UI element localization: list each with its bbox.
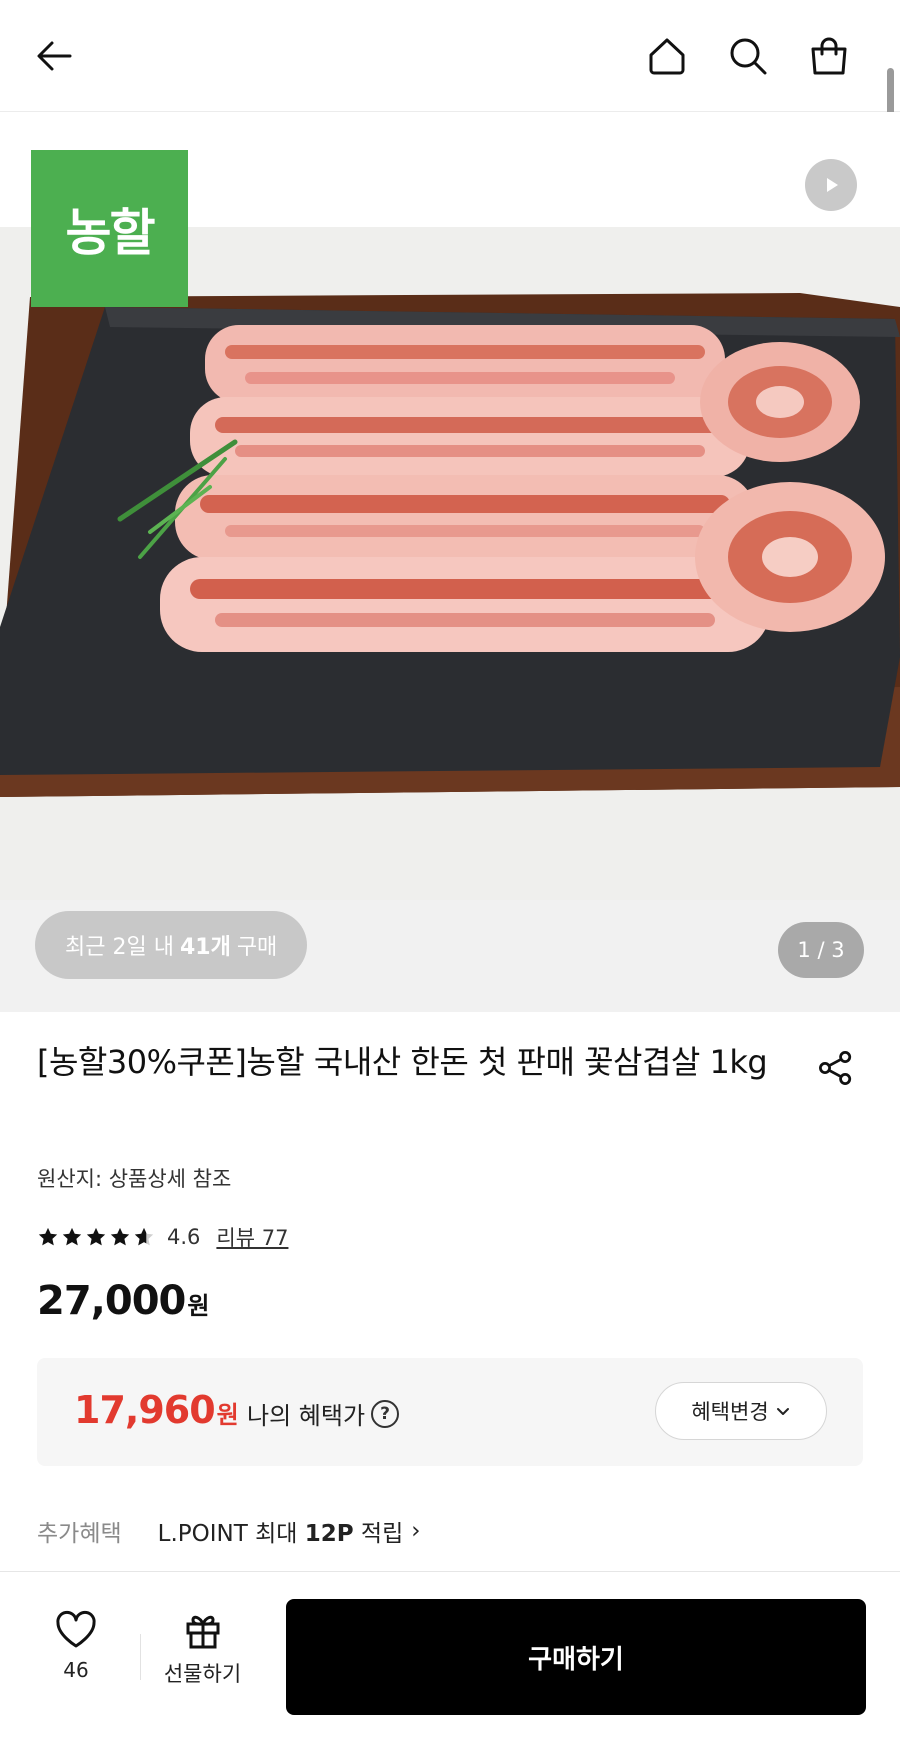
product-image-gallery[interactable]: 농할 최근 2일 내 41개 구매 1 / 3: [0, 112, 900, 1012]
image-counter[interactable]: 1 / 3: [778, 922, 864, 978]
rating-row: 4.6 리뷰 77: [37, 1222, 288, 1252]
chevron-down-icon: [776, 1408, 789, 1415]
lpoint-amount: 12P: [304, 1521, 354, 1547]
gift-label: 선물하기: [163, 1662, 242, 1686]
search-button[interactable]: [720, 28, 776, 84]
search-icon: [730, 38, 767, 75]
original-price: 27,000 원: [37, 1278, 209, 1324]
star-full-icon: [38, 1227, 58, 1246]
home-icon: [649, 38, 685, 75]
heart-icon: [56, 1610, 96, 1648]
benefit-price-box: 17,960 원 나의 혜택가 ? 혜택변경: [37, 1358, 863, 1466]
product-photo: [0, 227, 900, 900]
recent-purchase-prefix: 최근 2일 내: [65, 935, 174, 960]
recent-purchase-suffix: 구매: [236, 935, 278, 960]
cart-button[interactable]: [801, 28, 857, 84]
extra-benefit-row[interactable]: 추가혜택 L.POINT 최대 12P 적립 ›: [37, 1514, 420, 1548]
wishlist-count: 46: [63, 1658, 89, 1682]
back-button[interactable]: [26, 28, 82, 84]
extra-benefit-value: L.POINT 최대 12P 적립: [158, 1514, 404, 1548]
gift-button[interactable]: 선물하기: [155, 1610, 250, 1688]
benefit-label: 나의 혜택가 ?: [247, 1396, 400, 1431]
help-icon[interactable]: ?: [371, 1399, 400, 1428]
recent-purchase-count: 41개: [179, 935, 231, 960]
star-full-icon: [62, 1227, 82, 1246]
star-rating: [37, 1226, 155, 1248]
change-benefit-button[interactable]: 혜택변경: [655, 1382, 827, 1440]
share-icon: [819, 1051, 852, 1085]
nonghal-brand-badge: 농할: [31, 150, 188, 307]
benefit-price-amount: 17,960: [74, 1388, 216, 1432]
play-icon: [827, 178, 838, 192]
bottom-action-bar: 46 선물하기 구매하기: [0, 1571, 900, 1741]
home-button[interactable]: [639, 28, 695, 84]
price-unit: 원: [187, 1292, 210, 1320]
star-full-icon: [86, 1227, 106, 1246]
chevron-right-icon: ›: [411, 1518, 421, 1544]
product-title: [농할30%쿠폰]농할 국내산 한돈 첫 판매 꽃삼겹살 1kg: [37, 1043, 768, 1081]
star-full-icon: [110, 1227, 130, 1246]
extra-benefit-label: 추가혜택: [37, 1521, 122, 1547]
star-partial-icon: [134, 1227, 154, 1246]
recent-purchase-badge: 최근 2일 내 41개 구매: [35, 911, 308, 979]
lpoint-suffix: 적립: [360, 1521, 404, 1547]
rating-value: 4.6: [167, 1225, 201, 1249]
price-amount: 27,000: [37, 1278, 186, 1324]
benefit-price: 17,960 원: [74, 1388, 239, 1432]
benefit-label-text: 나의 혜택가: [247, 1402, 366, 1430]
video-play-button[interactable]: [805, 159, 857, 211]
gift-icon: [186, 1615, 219, 1649]
share-button[interactable]: [812, 1044, 860, 1092]
benefit-price-unit: 원: [216, 1401, 239, 1429]
divider: [140, 1634, 141, 1680]
arrow-left-icon: [37, 41, 72, 71]
change-benefit-label: 혜택변경: [691, 1400, 769, 1424]
origin-info: 원산지: 상품상세 참조: [37, 1167, 232, 1191]
shopping-bag-icon: [811, 37, 847, 75]
top-app-bar: [0, 0, 900, 112]
review-count-link[interactable]: 리뷰 77: [216, 1222, 288, 1252]
buy-button[interactable]: 구매하기: [286, 1599, 866, 1715]
lpoint-prefix: L.POINT 최대: [157, 1521, 298, 1547]
wishlist-button[interactable]: 46: [40, 1610, 112, 1682]
